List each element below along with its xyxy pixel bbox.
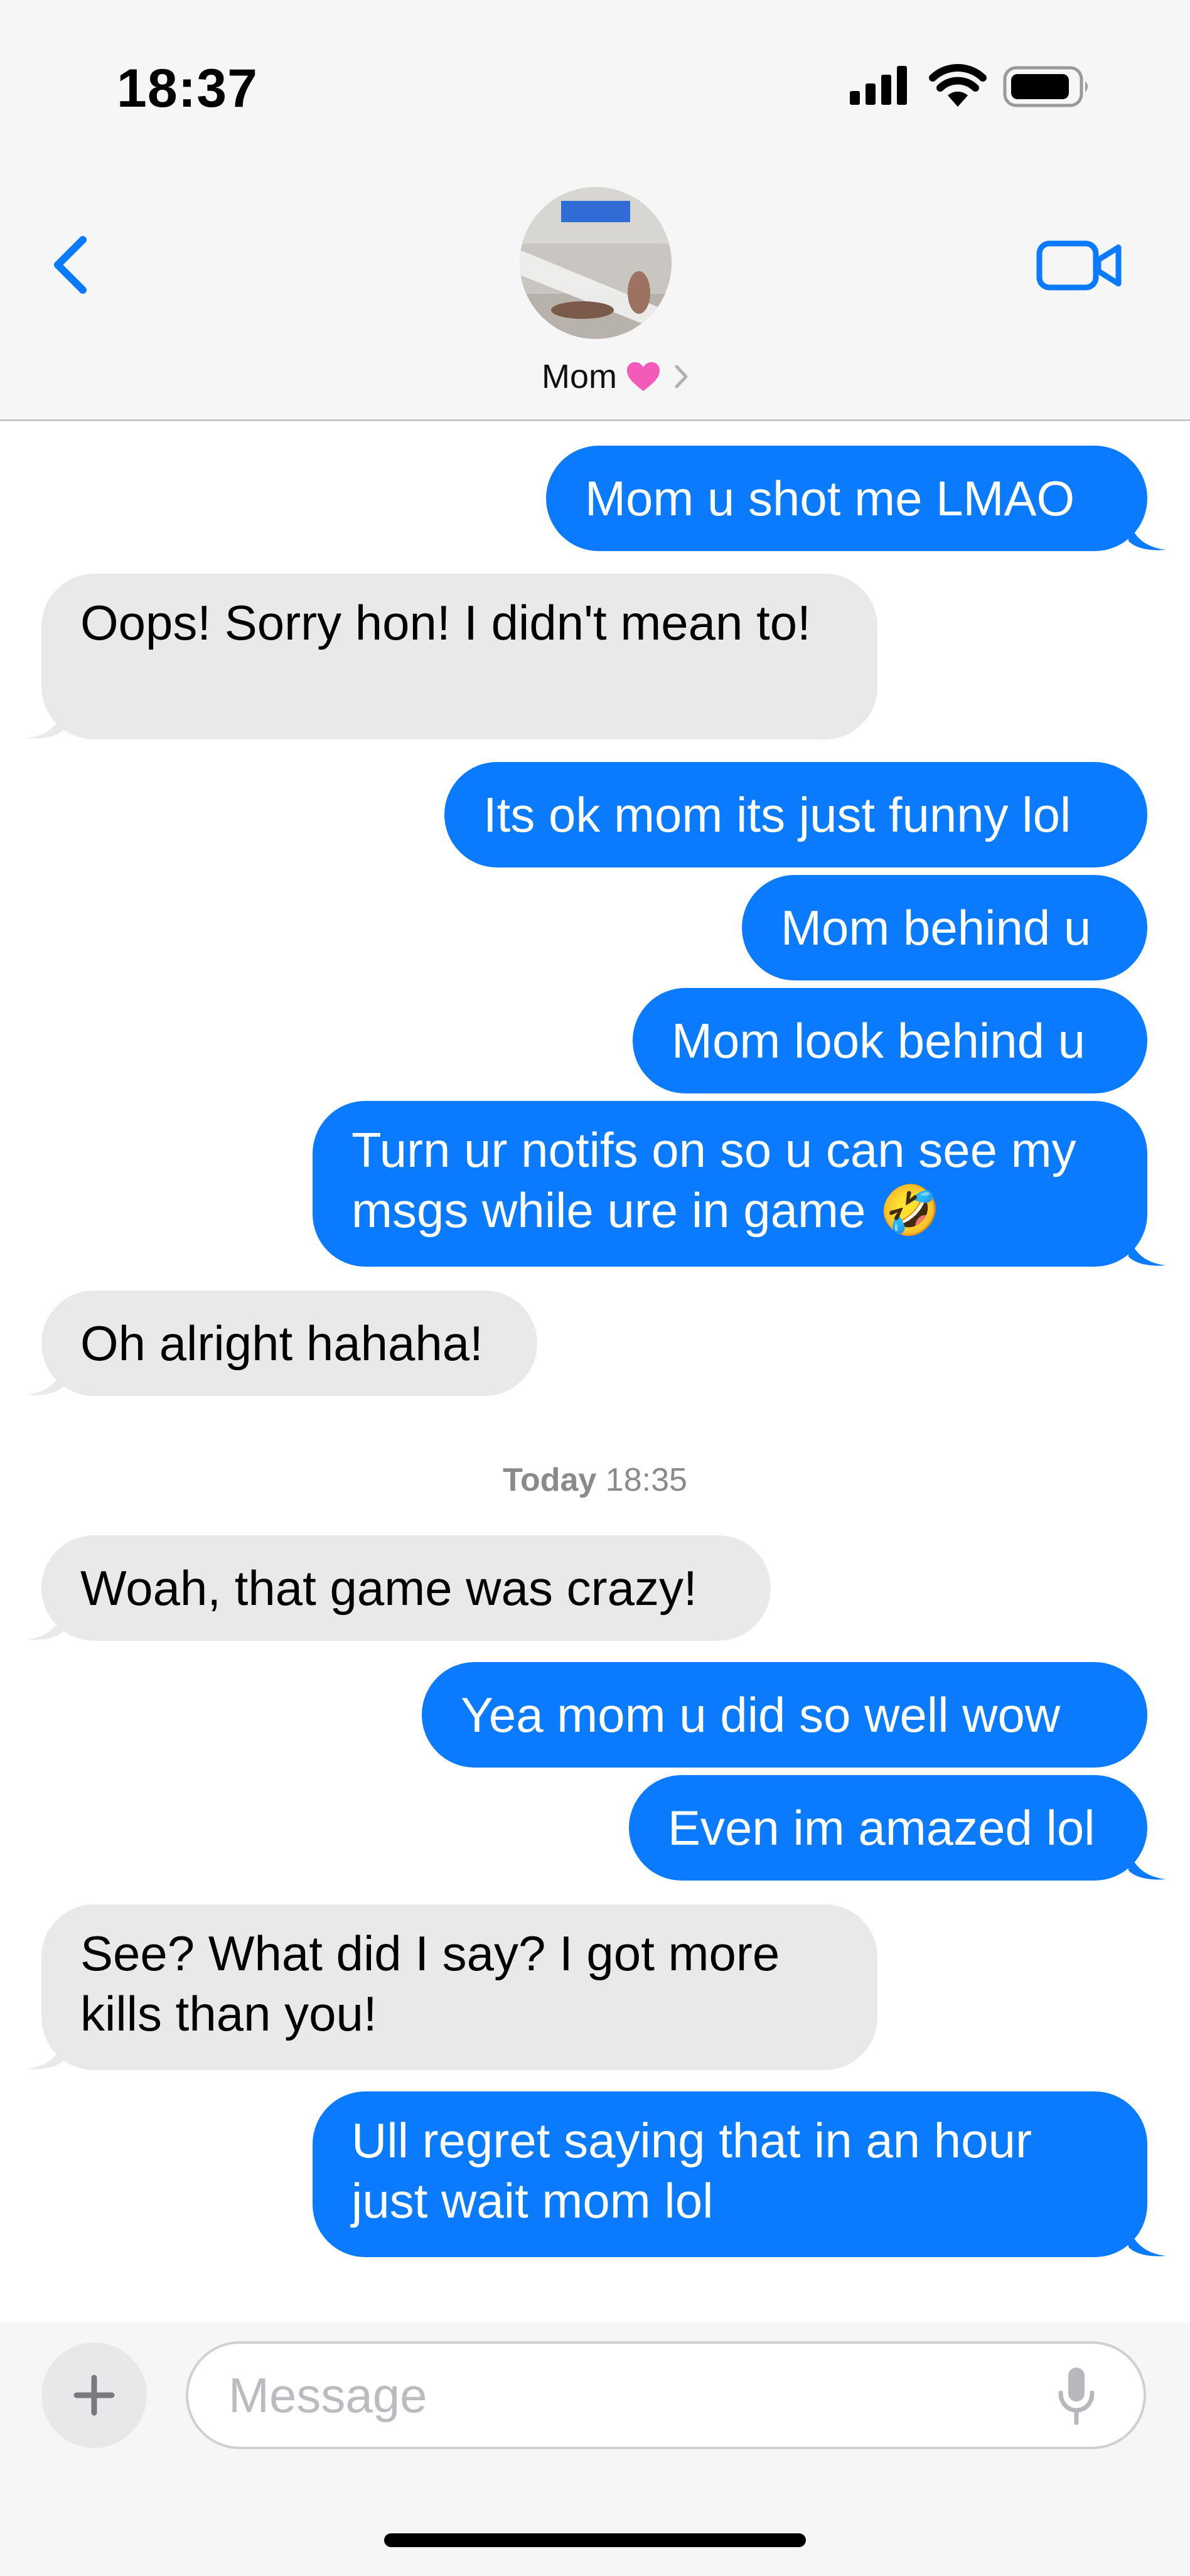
- message-text: Woah, that game was crazy!: [80, 1560, 697, 1616]
- message-bubble-incoming[interactable]: Oops! Sorry hon! I didn't mean to!: [41, 574, 877, 739]
- pink-heart-icon: [627, 362, 660, 391]
- message-bubble-incoming[interactable]: Oh alright hahaha!: [41, 1291, 537, 1396]
- bubble-tail: [1128, 516, 1166, 550]
- status-time: 18:37: [117, 58, 258, 119]
- bubble-tail: [26, 1606, 64, 1640]
- contact-avatar[interactable]: [520, 187, 672, 339]
- conversation-timestamp: Today 18:35: [0, 1461, 1190, 1499]
- message-bubble-outgoing[interactable]: Mom u shot me LMAO: [546, 446, 1147, 551]
- timestamp-time: 18:35: [605, 1462, 687, 1498]
- message-text: Even im amazed lol: [668, 1800, 1095, 1855]
- message-text: Its ok mom its just funny lol: [483, 787, 1071, 842]
- microphone-icon[interactable]: [1054, 2365, 1098, 2428]
- message-bubble-outgoing[interactable]: Ull regret saying that in an hour just w…: [313, 2091, 1147, 2257]
- bubble-tail: [1128, 1232, 1166, 1266]
- conversation-header: 18:37 Mom: [0, 0, 1190, 421]
- bubble-tail: [26, 2035, 64, 2069]
- message-text: Yea mom u did so well wow: [461, 1687, 1061, 1742]
- message-bubble-outgoing[interactable]: Yea mom u did so well wow: [422, 1662, 1147, 1768]
- wifi-icon: [929, 64, 987, 107]
- contact-name: Mom: [542, 358, 617, 395]
- message-text: Oh alright hahaha!: [80, 1316, 483, 1371]
- timestamp-day: Today: [503, 1462, 597, 1498]
- message-bubble-incoming[interactable]: Woah, that game was crazy!: [41, 1535, 771, 1641]
- back-button[interactable]: [44, 227, 100, 303]
- message-text: Mom behind u: [781, 900, 1091, 955]
- message-bubble-outgoing[interactable]: Mom behind u: [742, 875, 1147, 980]
- chevron-right-icon: [675, 365, 688, 389]
- messages-screen: 18:37 Mom Mom u shot me LMAO Oops! Sorry…: [0, 0, 1190, 2576]
- message-bubble-outgoing[interactable]: Its ok mom its just funny lol: [444, 762, 1147, 867]
- video-camera-icon[interactable]: [1036, 233, 1123, 296]
- message-bubble-incoming[interactable]: See? What did I say? I got more kills th…: [41, 1904, 877, 2070]
- message-input[interactable]: [186, 2341, 1146, 2449]
- bubble-tail: [26, 704, 64, 739]
- message-text: See? What did I say? I got more kills th…: [80, 1926, 780, 2041]
- message-text: Ull regret saying that in an hour just w…: [351, 2113, 1032, 2228]
- message-text: Mom look behind u: [672, 1013, 1086, 1068]
- add-attachment-button[interactable]: [41, 2343, 147, 2448]
- avatar-photo: [520, 187, 672, 339]
- bubble-tail: [1128, 1845, 1166, 1880]
- message-text: Mom u shot me LMAO: [585, 471, 1075, 526]
- message-bubble-outgoing[interactable]: Mom look behind u: [633, 988, 1147, 1093]
- message-text: Oops! Sorry hon! I didn't mean to!: [80, 595, 811, 650]
- contact-title[interactable]: Mom: [0, 352, 1190, 402]
- plus-icon: [73, 2375, 115, 2416]
- bubble-tail: [26, 1361, 64, 1395]
- bubble-tail: [1128, 2222, 1166, 2257]
- message-text: Turn ur notifs on so u can see my msgs w…: [351, 1122, 1076, 1238]
- message-bubble-outgoing[interactable]: Even im amazed lol: [629, 1775, 1147, 1881]
- signal-icon: [850, 66, 907, 105]
- message-bubble-outgoing[interactable]: Turn ur notifs on so u can see my msgs w…: [313, 1101, 1147, 1267]
- battery-icon: [1003, 66, 1088, 107]
- home-indicator[interactable]: [384, 2533, 806, 2547]
